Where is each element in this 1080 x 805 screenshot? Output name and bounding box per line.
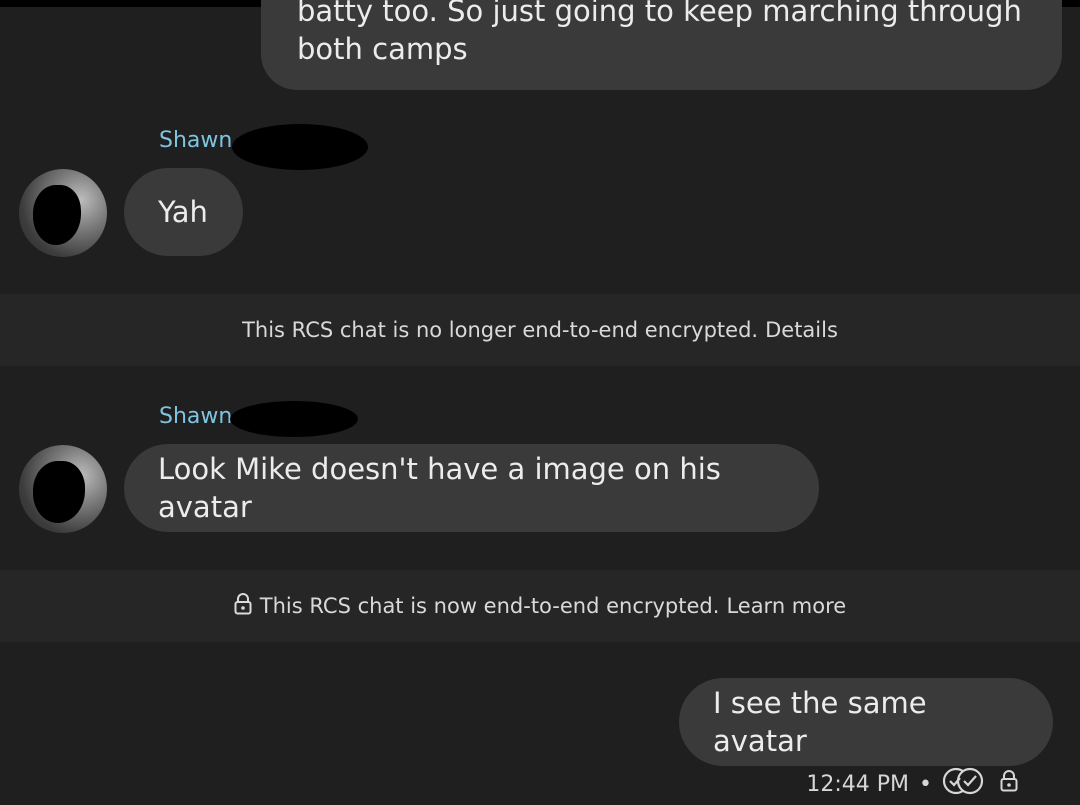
lock-icon	[1000, 770, 1018, 798]
message-text: I see the same avatar	[713, 686, 927, 758]
avatar-redaction	[33, 461, 85, 523]
message-text-line: both camps	[297, 32, 468, 66]
separator-dot: •	[919, 771, 932, 797]
learn-more-link[interactable]: Learn more	[726, 594, 846, 618]
avatar[interactable]	[19, 169, 107, 257]
double-check-circle-icon	[942, 766, 986, 802]
incoming-message-bubble[interactable]: Yah	[124, 168, 243, 256]
sender-name: Shawn	[159, 128, 233, 153]
banner-text: This RCS chat is now end-to-end encrypte…	[259, 594, 720, 618]
encryption-status-banner: This RCS chat is no longer end-to-end en…	[0, 294, 1080, 366]
details-link[interactable]: Details	[765, 318, 838, 342]
encryption-status-banner: This RCS chat is now end-to-end encrypte…	[0, 570, 1080, 642]
message-status-row: 12:44 PM •	[806, 766, 1018, 802]
lock-icon	[234, 592, 252, 620]
avatar[interactable]	[19, 445, 107, 533]
avatar-redaction	[33, 185, 81, 245]
message-text-line: batty too. So just going to keep marchin…	[297, 0, 1022, 28]
message-text: Yah	[158, 195, 208, 229]
outgoing-message-bubble[interactable]: I see the same avatar	[679, 678, 1053, 766]
redaction-mark	[230, 401, 358, 437]
incoming-message-bubble[interactable]: Look Mike doesn't have a image on his av…	[124, 444, 819, 532]
redaction-mark	[232, 124, 368, 170]
sender-name: Shawn	[159, 404, 233, 429]
banner-text: This RCS chat is no longer end-to-end en…	[242, 318, 759, 342]
outgoing-message-bubble[interactable]: batty too. So just going to keep marchin…	[261, 0, 1062, 90]
timestamp: 12:44 PM	[806, 771, 910, 797]
message-text: Look Mike doesn't have a image on his av…	[158, 452, 721, 524]
